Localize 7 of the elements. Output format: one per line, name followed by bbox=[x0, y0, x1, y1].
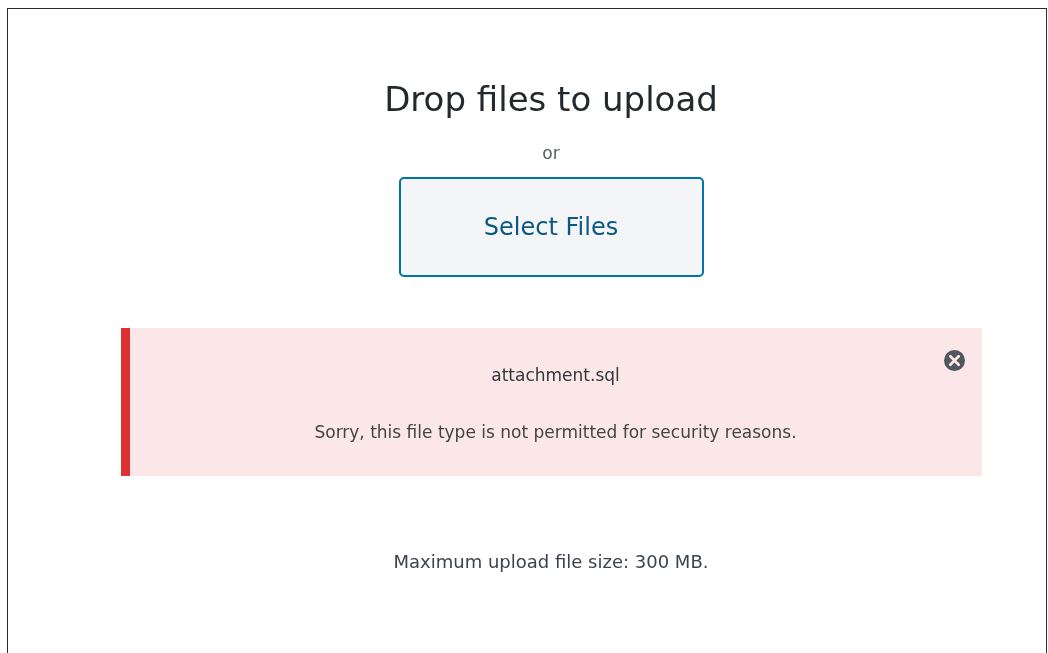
error-message: Sorry, this file type is not permitted for security reasons. bbox=[314, 421, 797, 443]
close-icon[interactable] bbox=[943, 350, 965, 371]
max-upload-size-text: Maximum upload file size: 300 MB. bbox=[393, 551, 709, 573]
select-files-button[interactable]: Select Files bbox=[398, 177, 704, 277]
error-filename: attachment.sql bbox=[491, 364, 620, 386]
separator-text: or bbox=[542, 143, 560, 163]
upload-title: Drop files to upload bbox=[384, 79, 718, 119]
